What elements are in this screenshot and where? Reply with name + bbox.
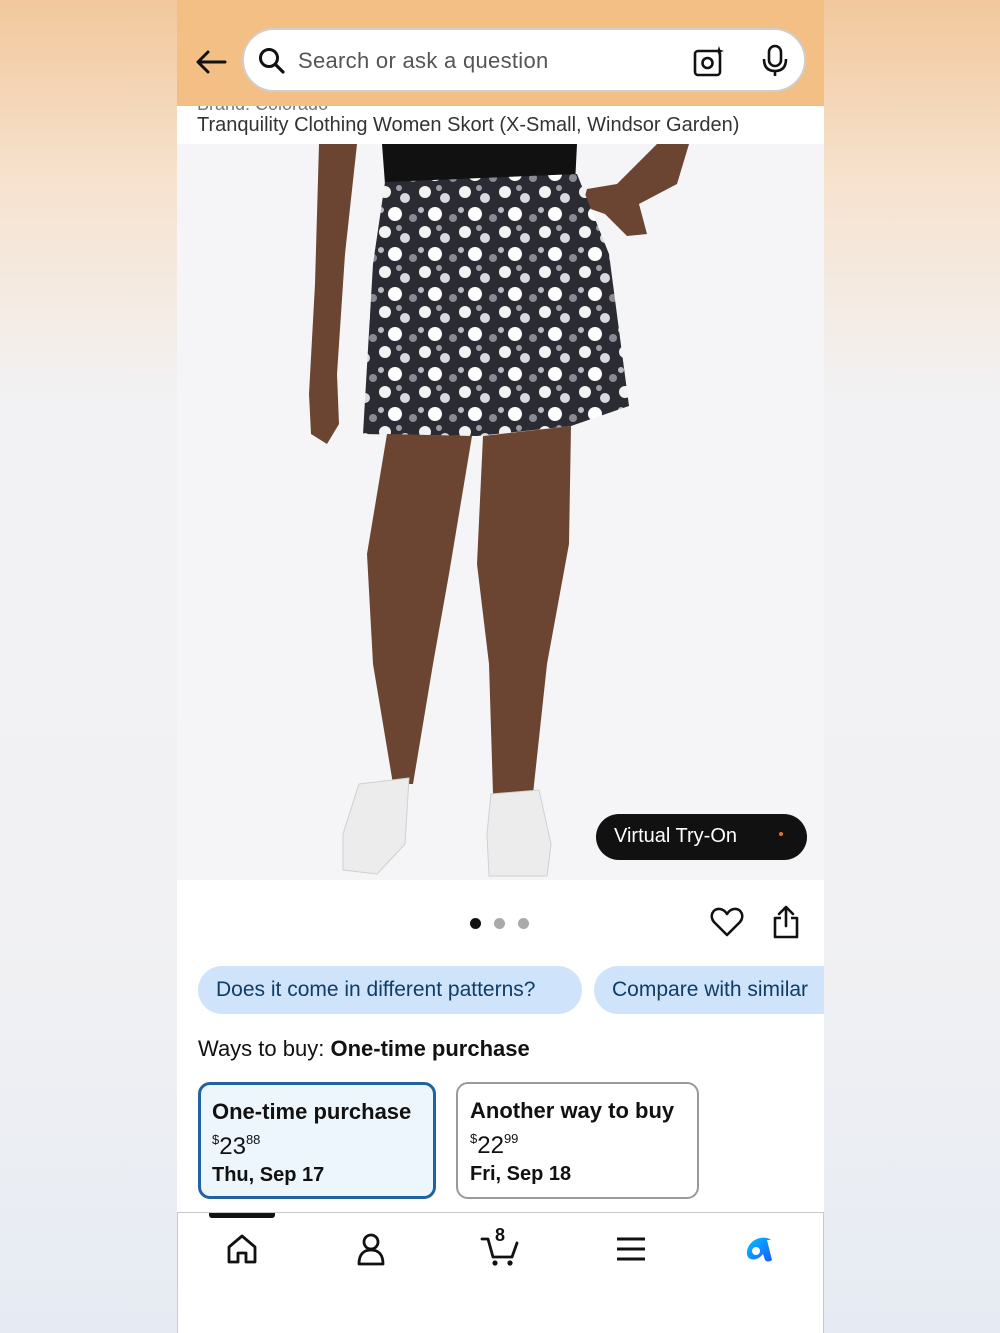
search-input[interactable]: Search or ask a question (298, 48, 549, 74)
ways-to-buy-prefix: Ways to buy: (198, 1036, 325, 1061)
ways-to-buy-heading: Ways to buy: One-time purchase (198, 1036, 530, 1062)
active-tab-indicator (209, 1213, 275, 1218)
nav-menu[interactable] (609, 1227, 653, 1271)
nav-cart[interactable]: 8 (478, 1225, 522, 1271)
virtual-tryon-button[interactable]: Virtual Try-On (596, 814, 807, 860)
nav-rufus[interactable] (738, 1227, 782, 1271)
back-button[interactable] (191, 42, 231, 82)
carousel-dot[interactable] (470, 918, 481, 929)
product-title: Tranquility Clothing Women Skort (X-Smal… (197, 114, 740, 136)
carousel-dot[interactable] (494, 918, 505, 929)
camera-icon[interactable] (692, 44, 726, 78)
sparkle-icon (779, 832, 783, 836)
mic-icon[interactable] (760, 44, 790, 78)
bottom-navigation: 8 (177, 1212, 824, 1333)
buy-option-title: One-time purchase (212, 1099, 412, 1124)
image-carousel-indicator (470, 918, 529, 929)
question-chip-compare[interactable]: Compare with similar (594, 966, 824, 1014)
share-icon[interactable] (771, 904, 801, 940)
rufus-icon (746, 1237, 772, 1262)
nav-account[interactable] (349, 1227, 393, 1271)
product-image[interactable]: Virtual Try-On (177, 144, 824, 880)
home-icon (227, 1234, 257, 1264)
menu-icon (617, 1237, 645, 1261)
virtual-tryon-label: Virtual Try-On (614, 825, 737, 847)
buy-option-another-way[interactable]: Another way to buy $2299 Fri, Sep 18 (456, 1082, 699, 1199)
buy-option-price: $2388 (212, 1132, 261, 1160)
account-icon (357, 1233, 385, 1266)
header-bar: Search or ask a question (177, 0, 824, 106)
buy-option-price: $2299 (470, 1131, 519, 1159)
cart-count-badge: 8 (495, 1225, 506, 1245)
app-screen: Search or ask a question Brand: Colorado… (177, 0, 824, 1333)
product-title-strip: Brand: Colorado Tranquility Clothing Wom… (177, 106, 824, 144)
ways-to-buy-selected: One-time purchase (330, 1036, 530, 1061)
search-bar[interactable]: Search or ask a question (242, 28, 806, 92)
buy-option-title: Another way to buy (470, 1098, 675, 1123)
carousel-dot[interactable] (518, 918, 529, 929)
question-chip-patterns[interactable]: Does it come in different patterns? (198, 966, 582, 1014)
buy-option-delivery: Thu, Sep 17 (212, 1164, 325, 1186)
nav-home[interactable] (220, 1227, 264, 1271)
back-arrow-icon (196, 50, 227, 74)
buy-option-delivery: Fri, Sep 18 (470, 1163, 572, 1185)
heart-icon[interactable] (710, 905, 744, 939)
search-icon (259, 48, 285, 74)
buy-option-one-time[interactable]: One-time purchase $2388 Thu, Sep 17 (198, 1082, 436, 1199)
product-photo (309, 144, 689, 877)
